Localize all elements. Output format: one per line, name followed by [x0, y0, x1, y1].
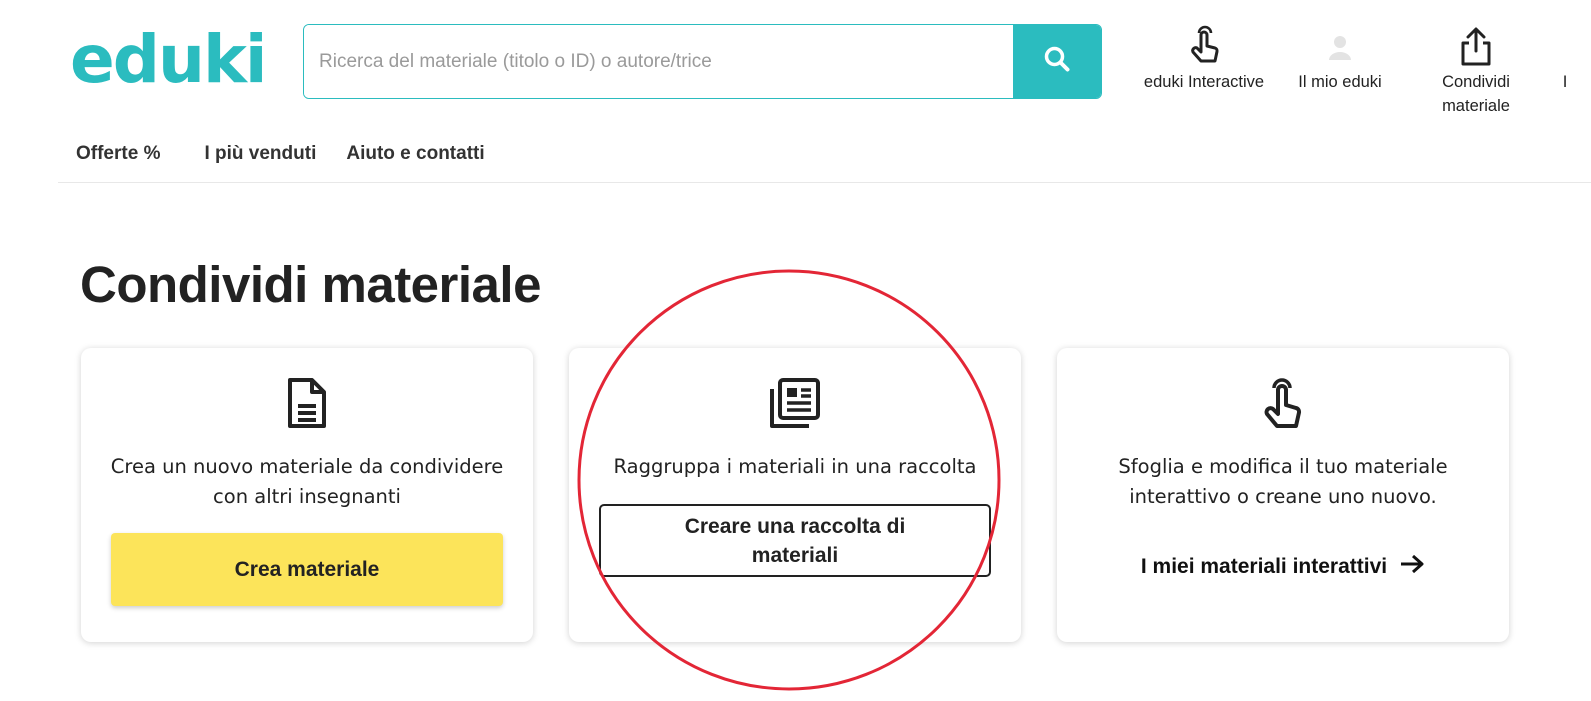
header-divider	[58, 182, 1591, 183]
my-interactive-materials-label: I miei materiali interattivi	[1140, 555, 1388, 578]
create-material-text: Crea un nuovo materiale da condividere c…	[110, 455, 504, 508]
nav-offers[interactable]: Offerte %	[76, 143, 160, 165]
create-material-button[interactable]: Crea materiale	[111, 533, 503, 606]
search-input[interactable]	[304, 25, 1013, 98]
interactive-materials-text: Sfoglia e modifica il tuo materiale inte…	[1118, 455, 1448, 508]
eduki-logo[interactable]: eduki	[70, 22, 270, 98]
collection-icon	[569, 376, 1021, 432]
main-nav: Offerte % I più venduti Aiuto e contatti	[76, 143, 515, 165]
share-material-label: Condividi materiale	[1442, 73, 1510, 115]
search-button[interactable]	[1013, 25, 1101, 98]
share-material-link[interactable]: Condividi materiale	[1426, 24, 1526, 118]
my-interactive-materials-link[interactable]: I miei materiali interattivi	[1057, 554, 1509, 580]
create-material-card: Crea un nuovo materiale da condividere c…	[81, 348, 533, 642]
arrow-right-icon	[1399, 554, 1425, 580]
nav-bestsellers[interactable]: I più venduti	[204, 143, 316, 165]
interactive-materials-card: Sfoglia e modifica il tuo materiale inte…	[1057, 348, 1509, 642]
create-collection-card: Raggruppa i materiali in una raccolta Cr…	[569, 348, 1021, 642]
share-upload-icon	[1426, 24, 1526, 70]
page-title: Condividi materiale	[80, 256, 541, 313]
document-icon	[81, 376, 533, 432]
touch-hand-icon	[1138, 24, 1270, 70]
my-eduki-label: Il mio eduki	[1298, 73, 1382, 91]
touch-hand-icon	[1057, 376, 1509, 434]
create-collection-button[interactable]: Creare una raccolta di materiali	[599, 504, 991, 577]
logo-text: eduki	[70, 21, 268, 98]
search-icon	[1043, 45, 1071, 78]
my-eduki-link[interactable]: Il mio eduki	[1290, 24, 1390, 94]
user-icon	[1290, 24, 1390, 70]
create-collection-text: Raggruppa i materiali in una raccolta	[613, 455, 977, 478]
nav-help-contact[interactable]: Aiuto e contatti	[346, 143, 484, 165]
search-bar	[303, 24, 1102, 99]
eduki-interactive-label: eduki Interactive	[1143, 73, 1265, 91]
cut-off-label: I	[1562, 73, 1568, 91]
cut-off-header-item[interactable]: I	[1555, 70, 1575, 94]
eduki-interactive-link[interactable]: eduki Interactive	[1138, 24, 1270, 94]
